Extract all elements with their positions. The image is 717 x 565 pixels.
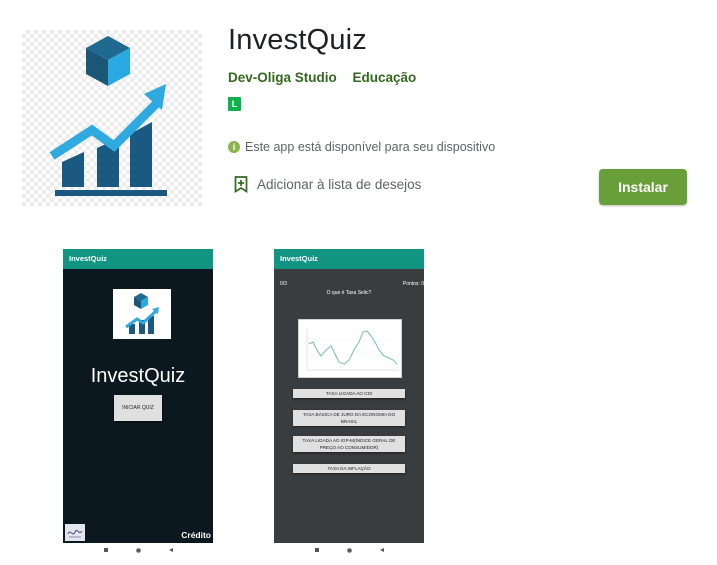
screenshot-1[interactable]: InvestQuiz InvestQuiz INICIAR QUIZ Crédi… — [63, 249, 213, 543]
home-icon — [347, 547, 352, 553]
answer-option: TAXA BÁSICA DE JURO DA ECONOMIA DO BRASI… — [293, 410, 405, 426]
app-logo — [113, 289, 171, 339]
app-icon — [22, 30, 202, 206]
category-link[interactable]: Educação — [353, 70, 417, 85]
info-circle-icon: i — [228, 141, 240, 153]
stamp-image — [65, 524, 85, 541]
phone-appbar: InvestQuiz — [63, 249, 213, 269]
credits-link: Crédito — [181, 530, 211, 540]
install-button[interactable]: Instalar — [599, 169, 687, 205]
points-label: Pontos: 0 — [402, 281, 424, 287]
content-rating-badge: L — [228, 97, 241, 111]
recent-apps-icon — [104, 548, 108, 552]
availability-notice: i Este app está disponível para seu disp… — [228, 140, 495, 154]
question-chart-image — [298, 319, 402, 378]
home-icon — [136, 547, 141, 553]
cube-growth-chart-icon — [125, 293, 159, 334]
answer-option: TAXA DA INFLAÇÃO — [293, 464, 405, 473]
cube-growth-chart-icon — [49, 36, 167, 196]
recent-apps-icon — [315, 548, 319, 552]
availability-text: Este app está disponível para seu dispos… — [245, 140, 496, 154]
question-counter: 0/3 — [280, 281, 287, 287]
back-icon — [169, 548, 173, 552]
app-title: InvestQuiz — [228, 24, 367, 56]
phone-appbar: InvestQuiz — [274, 249, 424, 269]
screen-title: InvestQuiz — [90, 365, 186, 387]
answer-option: TAXA LIGADA AO IGP-M(ÍNDICE GERAL DE PRE… — [293, 436, 405, 452]
question-text: O que é Taxa Selic? — [326, 290, 372, 296]
wishlist-label: Adicionar à lista de desejos — [257, 177, 422, 192]
phone-nav-bar — [315, 545, 384, 555]
bookmark-add-icon — [234, 176, 248, 193]
phone-nav-bar — [104, 545, 173, 555]
developer-row: Dev-Oliga Studio Educação — [228, 70, 428, 85]
answer-option: TAXA LIGADA AO CDI — [293, 389, 405, 398]
start-quiz-button: INICIAR QUIZ — [114, 395, 162, 421]
back-icon — [380, 548, 384, 552]
developer-link[interactable]: Dev-Oliga Studio — [228, 70, 337, 85]
screenshot-2[interactable]: InvestQuiz 0/3 Pontos: 0 O que é Taxa Se… — [274, 249, 424, 543]
wishlist-button[interactable]: Adicionar à lista de desejos — [234, 176, 421, 193]
